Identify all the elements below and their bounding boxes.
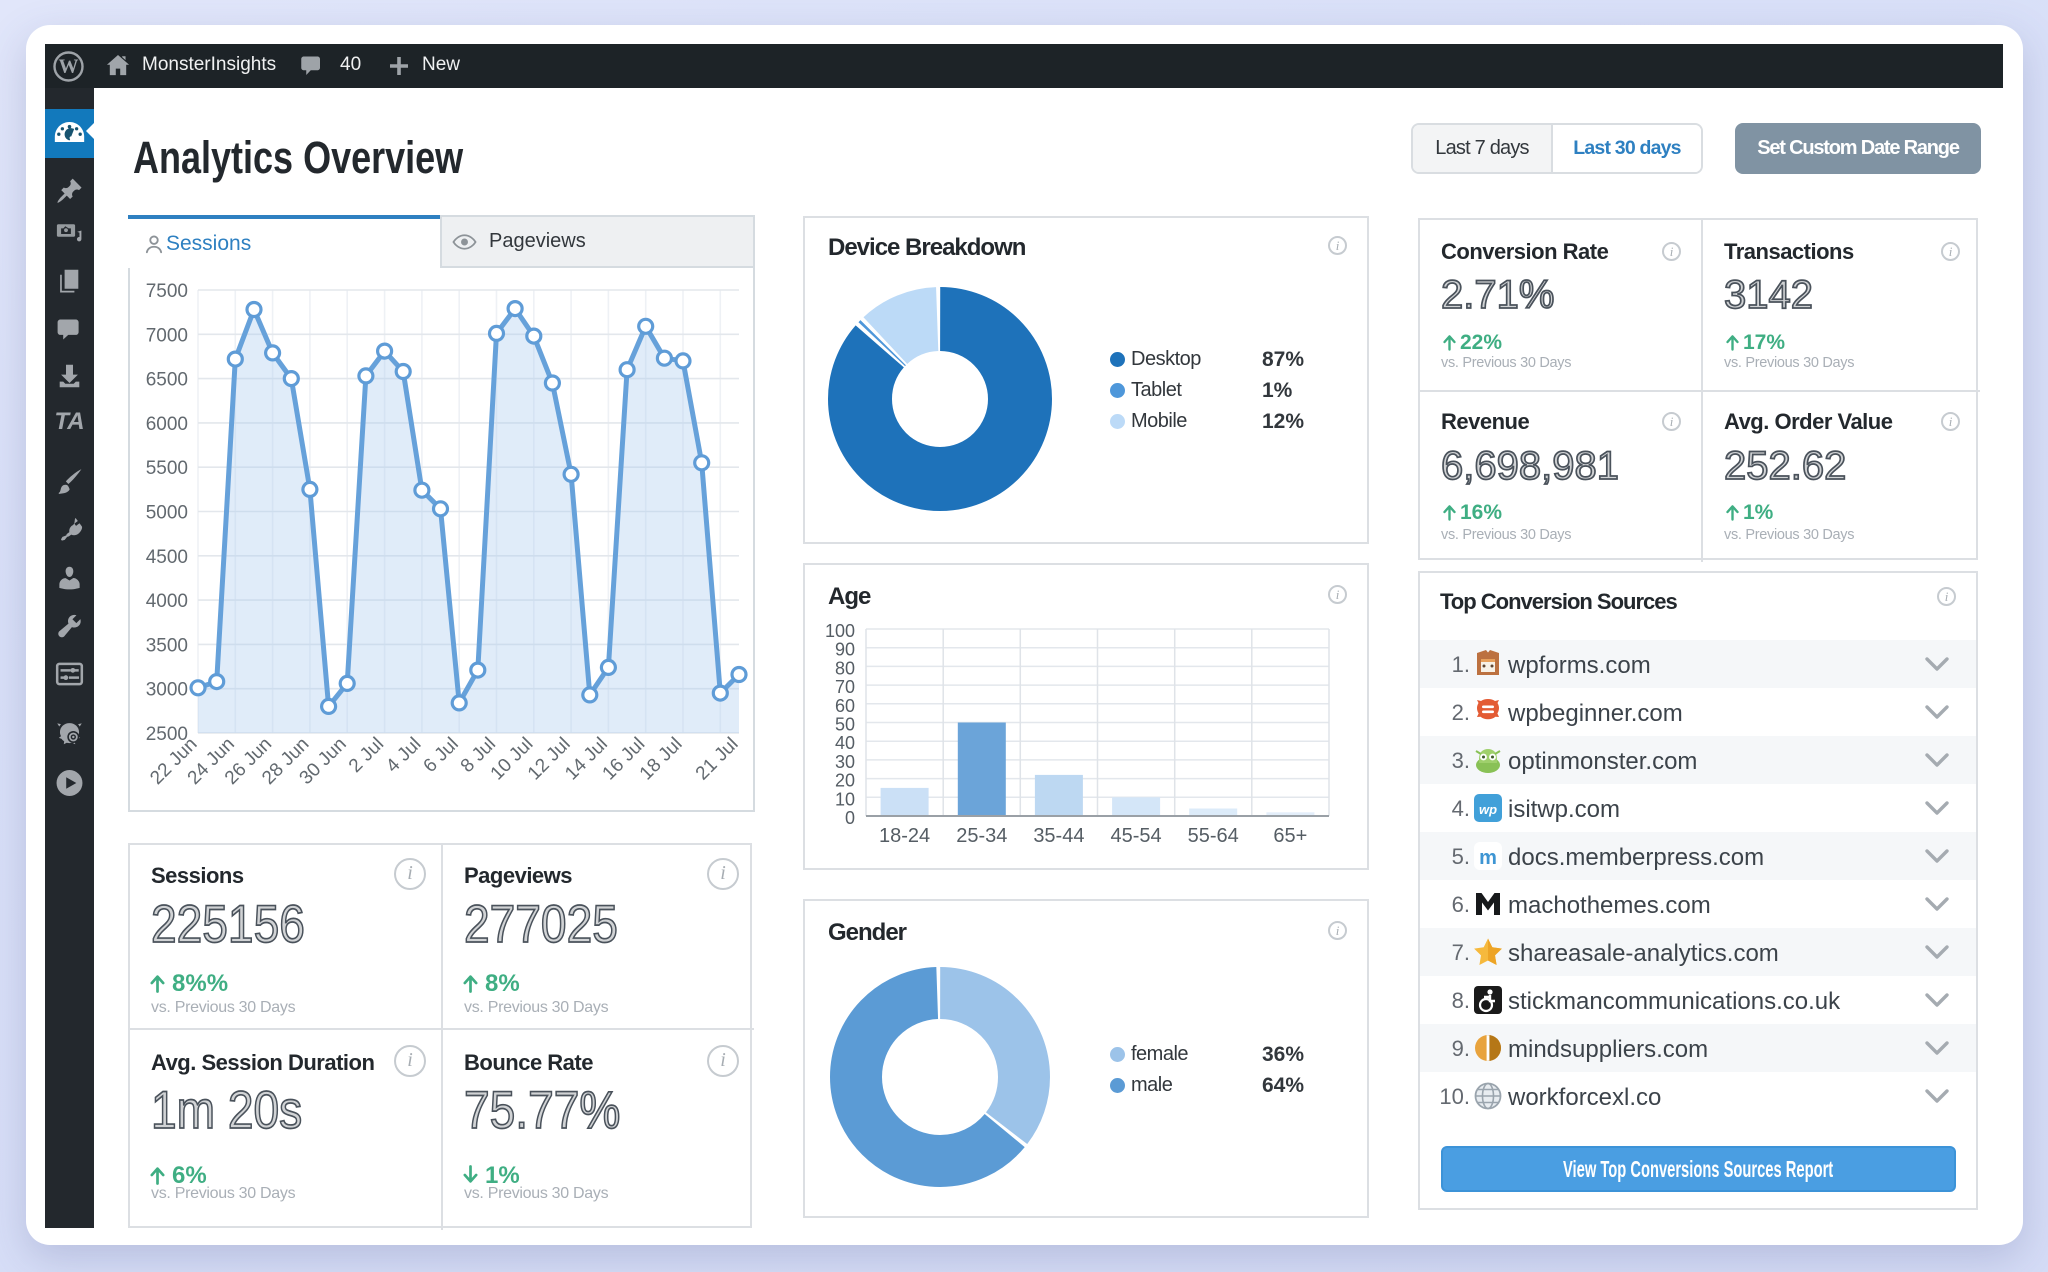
svg-text:7500: 7500 — [146, 281, 188, 302]
svg-text:3500: 3500 — [146, 635, 188, 656]
svg-text:W: W — [59, 56, 79, 78]
svg-text:45-54: 45-54 — [1111, 825, 1162, 847]
svg-text:55-64: 55-64 — [1188, 825, 1239, 847]
svg-text:10: 10 — [835, 789, 855, 809]
svg-text:14 Jul: 14 Jul — [561, 734, 612, 785]
svg-text:6500: 6500 — [146, 370, 188, 391]
svg-text:5500: 5500 — [146, 458, 188, 479]
svg-text:25-34: 25-34 — [956, 825, 1007, 847]
svg-text:10 Jul: 10 Jul — [487, 734, 538, 785]
svg-text:40: 40 — [835, 733, 855, 753]
svg-text:4500: 4500 — [146, 547, 188, 568]
svg-text:30: 30 — [835, 752, 855, 772]
svg-text:0: 0 — [845, 808, 855, 828]
svg-text:m: m — [1479, 847, 1497, 869]
svg-text:70: 70 — [835, 677, 855, 697]
svg-text:16 Jul: 16 Jul — [599, 734, 650, 785]
svg-text:wp: wp — [1479, 802, 1497, 817]
svg-text:65+: 65+ — [1273, 825, 1307, 847]
svg-text:4 Jul: 4 Jul — [382, 734, 425, 777]
svg-text:50: 50 — [835, 715, 855, 735]
svg-text:35-44: 35-44 — [1033, 825, 1084, 847]
svg-text:6000: 6000 — [146, 414, 188, 435]
svg-text:5000: 5000 — [146, 503, 188, 524]
svg-text:2 Jul: 2 Jul — [345, 734, 388, 777]
svg-text:18-24: 18-24 — [879, 825, 930, 847]
svg-text:21 Jul: 21 Jul — [692, 734, 743, 785]
svg-text:18 Jul: 18 Jul — [636, 734, 687, 785]
svg-text:100: 100 — [825, 621, 855, 641]
svg-text:80: 80 — [835, 658, 855, 678]
svg-text:12 Jul: 12 Jul — [524, 734, 575, 785]
svg-text:20: 20 — [835, 771, 855, 791]
svg-text:90: 90 — [835, 640, 855, 660]
svg-text:7000: 7000 — [146, 325, 188, 346]
svg-text:60: 60 — [835, 696, 855, 716]
svg-text:4000: 4000 — [146, 591, 188, 612]
svg-text:3000: 3000 — [146, 680, 188, 701]
svg-text:6 Jul: 6 Jul — [420, 734, 463, 777]
